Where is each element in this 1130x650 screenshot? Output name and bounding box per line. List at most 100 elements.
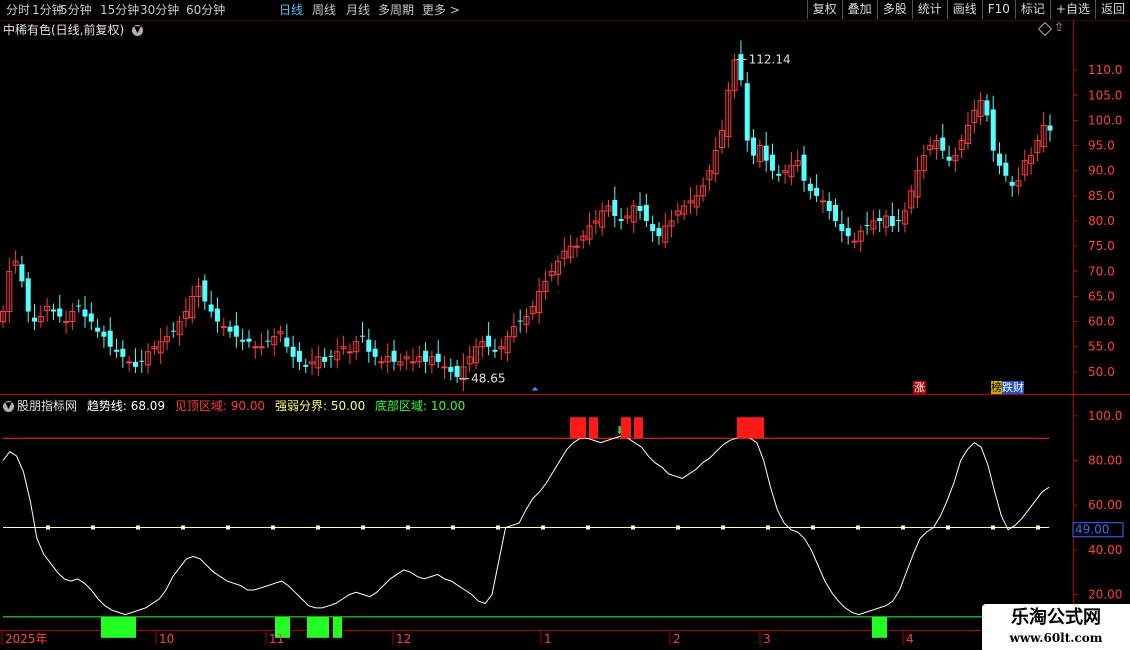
bottom-signal-bar [872,616,887,638]
indicator-tick-label: 60.00 [1088,498,1122,512]
candle-body [492,349,498,352]
candle-body [265,340,271,342]
time-label: 10 [159,632,174,646]
candle-body [448,366,454,372]
candle-body [290,346,296,357]
candle-body [845,228,851,237]
indicator-tick-label: 40.00 [1088,543,1122,557]
candle-body [19,264,25,282]
bottom-signal-bar [101,616,136,638]
price-tick-label: 95.0 [1088,139,1115,153]
watermark: 乐淘公式网 www.60lt.com [982,604,1130,650]
time-label: 3 [763,632,771,646]
time-label: 2025年 [5,632,48,646]
mid-line-dot [901,525,905,530]
price-tick-label: 85.0 [1088,189,1115,203]
candle-body [284,337,290,347]
candle-body [801,154,807,181]
bottom-signal-bar [307,616,329,638]
low-price-label: 48.65 [471,372,505,386]
candle-body [656,228,662,237]
bottom-signal-bar [333,616,342,638]
annotations: 112.14 48.65 ⏶ [459,52,791,395]
candle-body [946,156,952,161]
candle-body [896,220,902,222]
candle-body [101,331,107,337]
candle-body [76,305,82,307]
candle-body [769,154,775,171]
top-signal-bar [634,417,643,439]
candle-body [751,137,757,156]
candle-body [517,320,523,322]
candle-body [233,325,239,337]
candle-body [107,330,113,347]
price-tick-label: 50.0 [1088,365,1115,379]
price-tick-label: 55.0 [1088,340,1115,354]
trend-line [2,435,1050,616]
candle-body [1003,162,1009,176]
candle-body [744,83,750,141]
price-tick-label: 105.0 [1088,88,1122,102]
candle-body [643,204,649,222]
candle-body [826,200,832,211]
mid-line-dot [991,525,995,530]
time-label: 11 [269,632,284,646]
candle-body [573,245,580,248]
candle-body [807,183,813,191]
price-tick-label: 80.0 [1088,214,1115,228]
chart-canvas[interactable]: 110.0 105.0 100.0 95.0 90.0 85.0 80.0 75.0 70.0 6… [0,0,1130,650]
candle-body [997,153,1003,166]
candle-body [618,219,624,222]
candle-body [454,365,460,377]
top-signal-bar [589,417,598,439]
candle-body [940,137,946,151]
candle-body [214,308,220,322]
candle-body [296,350,302,362]
price-tick-label: 65.0 [1088,289,1115,303]
mid-line-dot [856,525,860,530]
candle-body [57,308,63,317]
candle-body [202,280,208,302]
candle-body [637,205,643,211]
high-price-label: 112.14 [749,52,791,66]
candle-body [303,364,309,367]
marker-zhang[interactable]: 涨 [913,381,926,394]
mid-line-dot [811,525,815,530]
candle-body [139,360,145,362]
candle-body [650,224,656,232]
price-axis: 110.0 105.0 100.0 95.0 90.0 85.0 80.0 75.0 70.0 6… [1073,63,1122,379]
double-up-arrow-icon: ⏶ [531,384,539,395]
candle-body [391,350,397,362]
time-label: 4 [906,632,914,646]
indicator-lines [2,435,1050,618]
candle-body [227,326,233,332]
candle-body [132,361,138,367]
mid-line-dot [181,525,185,530]
mid-line-dot [766,525,770,530]
candle-body [763,145,769,161]
mid-line-dot [721,525,725,530]
indicator-tick-label: 100.0 [1088,409,1122,423]
mid-line-dot [946,525,950,530]
mid-line-dot [451,525,455,530]
candle-body [50,309,56,312]
candle-body [366,339,372,352]
mid-line-dot [406,525,410,530]
mid-line-dot [361,525,365,530]
candle-body [864,225,870,227]
marker-bang-diecai[interactable]: 榜跌财 [991,381,1024,394]
candle-body [814,187,820,196]
candle-body [82,309,88,317]
candle-body [738,54,744,81]
candle-body [435,353,441,362]
indicator-axis: 100.0 80.00 60.00 40.00 20.00 49.00 [1072,409,1124,602]
current-value-label: 49.00 [1075,523,1109,537]
candle-body [88,313,94,322]
top-signal-bar [737,417,764,439]
candle-body [372,348,378,357]
candle-body [423,350,429,362]
candle-body [246,338,252,342]
indicator-tick-label: 20.00 [1088,588,1122,602]
mid-line-dot [496,525,500,530]
mid-line-dot [91,525,95,530]
